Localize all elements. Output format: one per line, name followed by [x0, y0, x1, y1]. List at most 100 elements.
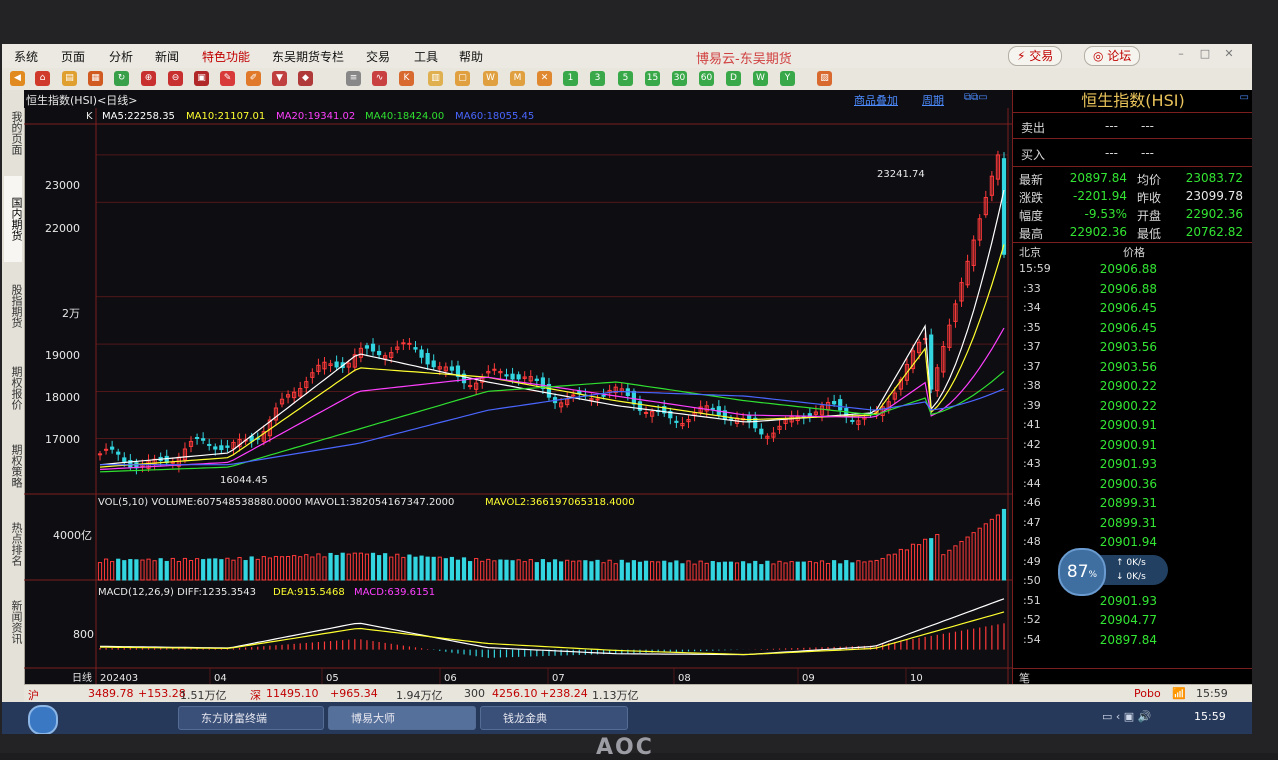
- network-speed-widget[interactable]: 87% ↑ 0K/s ↓ 0K/s: [1058, 548, 1170, 596]
- taskbar-app-eastmoney[interactable]: 东方财富终端: [178, 706, 324, 730]
- menu-trade[interactable]: 交易: [366, 48, 390, 65]
- sidebar-tab-options-strategy[interactable]: 期权策略: [4, 430, 23, 502]
- candle-body: [449, 366, 454, 371]
- period-30-icon[interactable]: 30: [672, 71, 687, 86]
- volume-bar: [158, 558, 163, 581]
- cross-icon[interactable]: ✕: [537, 71, 552, 86]
- menu-special-features[interactable]: 特色功能: [202, 48, 250, 65]
- pen-icon[interactable]: ✎: [220, 71, 235, 86]
- month-label: 04: [214, 673, 227, 684]
- volume-bar: [674, 560, 679, 581]
- note-icon[interactable]: ▢: [455, 71, 470, 86]
- volume-bar: [146, 558, 151, 581]
- volume-bar: [571, 560, 576, 581]
- candle-body: [838, 399, 843, 411]
- kline-icon[interactable]: K: [399, 71, 414, 86]
- tick-price: 20897.84: [1099, 632, 1157, 647]
- sidebar-tab-options-quotes[interactable]: 期权报价: [4, 352, 23, 424]
- volume-bar: [334, 554, 339, 581]
- status-item: 11495.10: [266, 687, 319, 700]
- sidebar-tab-hot-ranking[interactable]: 热点排名: [4, 508, 23, 580]
- close-icon[interactable]: ✕: [1220, 46, 1238, 62]
- menu-page[interactable]: 页面: [61, 48, 85, 65]
- ma-line: [99, 370, 1005, 473]
- window-icon[interactable]: ▣: [194, 71, 209, 86]
- layout-icon[interactable]: ⧉⧉▭: [964, 92, 988, 103]
- overlay-link[interactable]: 商品叠加: [854, 92, 898, 108]
- brush-icon[interactable]: ✐: [246, 71, 261, 86]
- volume-bar: [389, 556, 394, 581]
- menu-tools[interactable]: 工具: [414, 48, 438, 65]
- period-1-icon[interactable]: 1: [563, 71, 578, 86]
- forum-button[interactable]: ◎ 论坛: [1084, 46, 1141, 66]
- refresh-icon[interactable]: ↻: [114, 71, 129, 86]
- volume-bar: [734, 562, 740, 581]
- volume-bar: [971, 532, 976, 581]
- volume-bar: [346, 553, 351, 581]
- period-week-green-icon[interactable]: W: [753, 71, 768, 86]
- back-icon[interactable]: ◀: [10, 71, 25, 86]
- menu-system[interactable]: 系统: [14, 48, 38, 65]
- period-15-icon[interactable]: 15: [645, 71, 660, 86]
- ma40-value: MA40:18424.00: [365, 111, 444, 122]
- trade-button[interactable]: ⚡ 交易: [1008, 46, 1063, 66]
- candle-body: [850, 419, 855, 422]
- table-icon[interactable]: ▥: [428, 71, 443, 86]
- tick-price: 20903.56: [1099, 359, 1157, 374]
- ma-k-label: K: [86, 111, 93, 122]
- candle-body: [219, 445, 224, 451]
- home-icon[interactable]: ⌂: [35, 71, 50, 86]
- kline-chart[interactable]: K MA5:22258.35 MA10:21107.01 MA20:19341.…: [24, 108, 1012, 684]
- menu-dongwu-column[interactable]: 东吴期货专栏: [272, 48, 344, 65]
- period-week-icon[interactable]: W: [483, 71, 498, 86]
- menu-analysis[interactable]: 分析: [109, 48, 133, 65]
- tick-time: :48: [1023, 535, 1041, 548]
- quote-stat-label: 昨收: [1137, 191, 1162, 205]
- sidebar-tab-my-page[interactable]: 我的页面: [4, 94, 23, 172]
- period-day-icon[interactable]: D: [726, 71, 741, 86]
- candle-body: [467, 385, 473, 388]
- volume-bar: [316, 553, 321, 581]
- period-year-icon[interactable]: Y: [780, 71, 795, 86]
- list-icon[interactable]: ≡: [346, 71, 361, 86]
- tray-icons[interactable]: ▭ ‹ ▣ 🔊: [1102, 710, 1151, 723]
- volume-bar: [534, 562, 539, 581]
- volume-bar: [856, 560, 861, 581]
- sidebar-tab-index-futures[interactable]: 股指期货: [4, 266, 23, 346]
- candle-body: [510, 373, 515, 380]
- tag-icon[interactable]: ◆: [298, 71, 313, 86]
- volume-bar: [182, 557, 188, 581]
- candle-body: [225, 445, 230, 448]
- quote-stat-value: 23099.78: [1185, 189, 1243, 203]
- taskbar-app-boyi[interactable]: 博易大师: [328, 706, 476, 730]
- panel-toggle-icon[interactable]: ▭: [1240, 92, 1249, 103]
- folder-icon[interactable]: ▤: [62, 71, 77, 86]
- menu-help[interactable]: 帮助: [459, 48, 483, 65]
- menu-news[interactable]: 新闻: [155, 48, 179, 65]
- zoom-out-icon[interactable]: ⊖: [168, 71, 183, 86]
- volume-bar: [613, 563, 618, 581]
- period-3-icon[interactable]: 3: [590, 71, 605, 86]
- line-chart-icon[interactable]: ∿: [372, 71, 387, 86]
- period-60-icon[interactable]: 60: [699, 71, 714, 86]
- taskbar-app-qianlong[interactable]: 钱龙金典: [480, 706, 628, 730]
- zoom-in-icon[interactable]: ⊕: [141, 71, 156, 86]
- maximize-icon[interactable]: □: [1196, 46, 1214, 62]
- volume-bar: [989, 518, 994, 581]
- period-5-icon[interactable]: 5: [618, 71, 633, 86]
- sell-label: 卖出: [1021, 121, 1046, 135]
- start-button[interactable]: [28, 705, 58, 734]
- minimize-icon[interactable]: –: [1172, 46, 1190, 62]
- sidebar-tab-news[interactable]: 新闻资讯: [4, 586, 23, 658]
- tools-icon[interactable]: ▦: [88, 71, 103, 86]
- period-month-icon[interactable]: M: [510, 71, 525, 86]
- sidebar-tab-domestic-futures[interactable]: 国内期货: [4, 176, 23, 262]
- ma-lines: [99, 189, 1005, 473]
- settings-icon[interactable]: ▨: [817, 71, 832, 86]
- volume-bar: [868, 560, 873, 581]
- period-link[interactable]: 周期: [922, 92, 944, 108]
- tick-price: 20906.88: [1099, 281, 1157, 296]
- filter-icon[interactable]: ▼: [272, 71, 287, 86]
- volume-bar: [619, 559, 624, 581]
- ma-line: [99, 189, 1005, 466]
